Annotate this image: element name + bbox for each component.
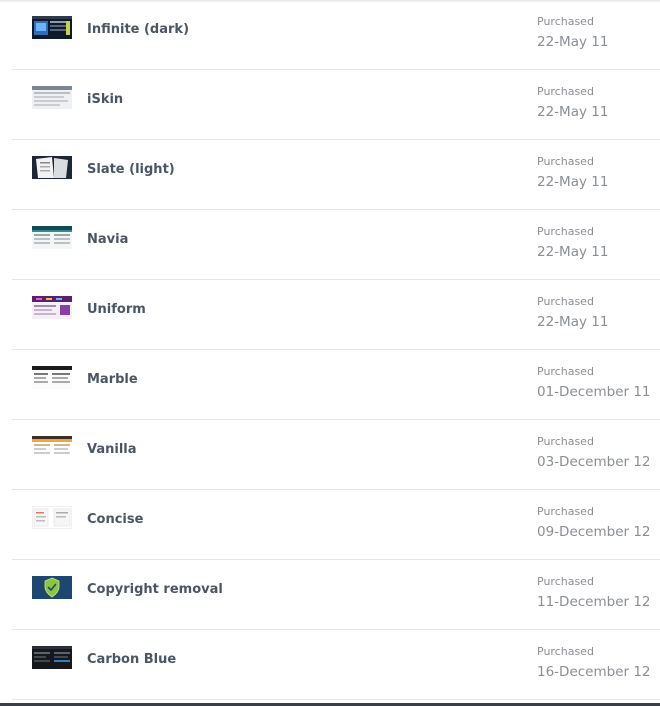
purchase-row[interactable]: Uniform Purchased 22-May 11 [12,280,660,350]
purchase-date: 03-December 12 [537,454,651,470]
purchase-date: 22-May 11 [537,104,609,120]
purchase-status: Purchased [537,225,594,238]
purple-skin-thumbnail [32,296,72,319]
purchase-status: Purchased [537,15,594,28]
purchase-name[interactable]: Carbon Blue [87,652,176,667]
dark-skin-thumbnail [32,16,72,39]
white-skin-thumbnail [32,506,72,529]
purchase-date: 22-May 11 [537,314,609,330]
purchase-status: Purchased [537,435,594,448]
purchase-status: Purchased [537,295,594,308]
purchase-date: 22-May 11 [537,174,609,190]
purchase-status: Purchased [537,155,594,168]
shield-check-icon [32,576,72,599]
black-white-skin-thumbnail [32,366,72,389]
purchase-name[interactable]: Marble [87,372,138,387]
orange-skin-thumbnail [32,436,72,459]
purchase-status: Purchased [537,365,594,378]
purchase-name[interactable]: Slate (light) [87,162,175,177]
purchase-row[interactable]: Carbon Blue Purchased 16-December 12 [12,630,660,700]
purchase-date: 22-May 11 [537,244,609,260]
light-grey-skin-thumbnail [32,86,72,109]
purchase-status: Purchased [537,505,594,518]
purchase-name[interactable]: Navia [87,232,128,247]
purchase-row[interactable]: Concise Purchased 09-December 12 [12,490,660,560]
teal-skin-thumbnail [32,226,72,249]
carbon-skin-thumbnail [32,646,72,669]
purchase-date: 11-December 12 [537,594,651,610]
purchase-status: Purchased [537,575,594,588]
purchase-row[interactable]: Copyright removal Purchased 11-December … [12,560,660,630]
purchase-date: 22-May 11 [537,34,609,50]
purchase-row[interactable]: Infinite (dark) Purchased 22-May 11 [12,0,660,70]
purchase-status: Purchased [537,645,594,658]
purchase-row[interactable]: Navia Purchased 22-May 11 [12,210,660,280]
purchase-row[interactable]: Marble Purchased 01-December 11 [12,350,660,420]
purchase-name[interactable]: Vanilla [87,442,137,457]
purchase-row[interactable]: iSkin Purchased 22-May 11 [12,70,660,140]
purchase-date: 16-December 12 [537,664,651,680]
purchase-row[interactable]: Vanilla Purchased 03-December 12 [12,420,660,490]
purchase-name[interactable]: Infinite (dark) [87,22,189,37]
purchase-name[interactable]: Copyright removal [87,582,223,597]
purchase-status: Purchased [537,85,594,98]
slate-skin-thumbnail [32,156,72,179]
purchase-date: 01-December 11 [537,384,651,400]
purchase-list: Infinite (dark) Purchased 22-May 11 iSki… [12,0,660,700]
purchase-name[interactable]: Uniform [87,302,146,317]
purchase-name[interactable]: iSkin [87,92,123,107]
purchase-date: 09-December 12 [537,524,651,540]
purchase-name[interactable]: Concise [87,512,143,527]
purchase-row[interactable]: Slate (light) Purchased 22-May 11 [12,140,660,210]
